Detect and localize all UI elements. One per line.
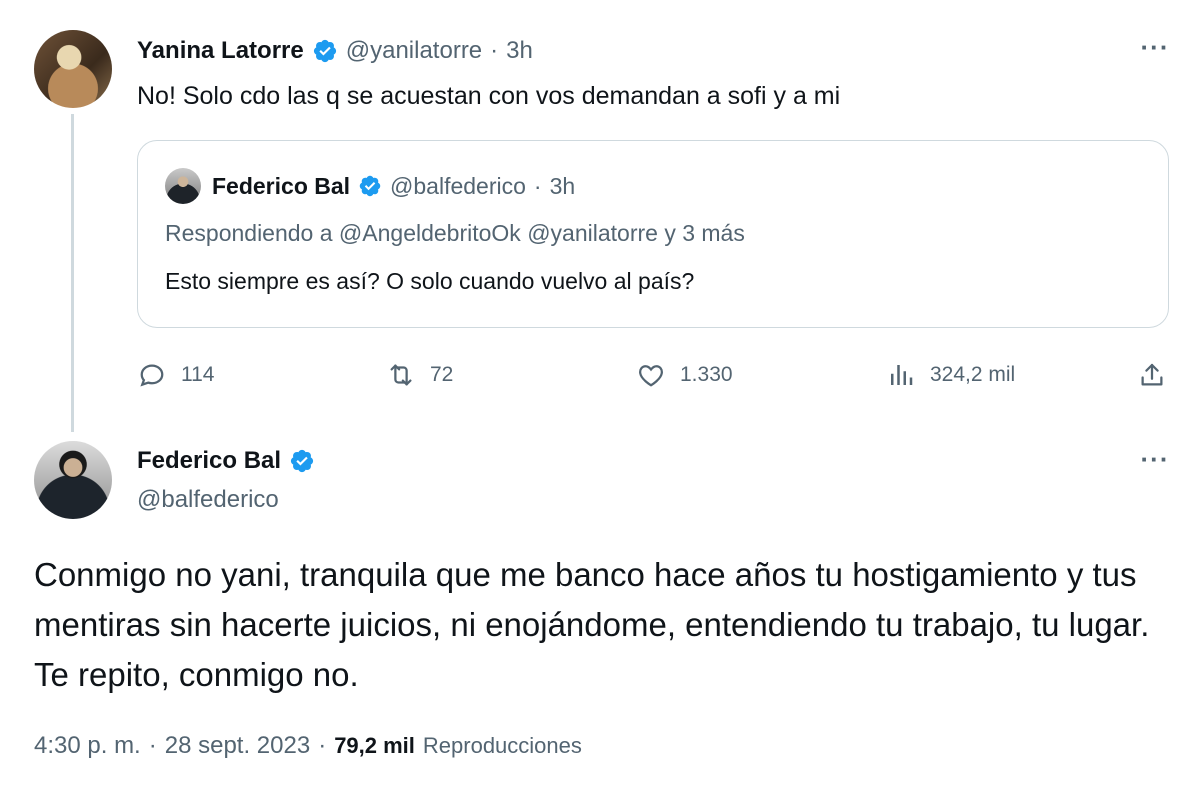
- verified-badge-icon: [313, 39, 336, 63]
- separator-dot: ·: [533, 172, 542, 199]
- reply-tweet-header: Yanina Latorre @yanilatorre · 3h: [137, 34, 533, 68]
- separator-dot: ·: [148, 732, 157, 759]
- author-name[interactable]: Federico Bal: [137, 447, 281, 475]
- like-count: 1.330: [680, 363, 733, 386]
- tweet-time[interactable]: 3h: [506, 37, 533, 65]
- views-label: Reproducciones: [422, 733, 582, 758]
- author-name[interactable]: Yanina Latorre: [137, 37, 304, 65]
- quoted-author-name: Federico Bal: [212, 172, 351, 199]
- reply-action[interactable]: 114: [137, 360, 214, 390]
- share-icon: [1141, 363, 1163, 386]
- separator-dot: ·: [318, 732, 327, 759]
- views-action[interactable]: 324,2 mil: [886, 360, 1015, 390]
- quoted-tweet-time: 3h: [549, 172, 576, 199]
- avatar-federico-small: [165, 168, 201, 204]
- author-handle[interactable]: @yanilatorre: [346, 37, 482, 65]
- replying-to: Respondiendo a @AngeldebritoOk @yanilato…: [165, 220, 745, 247]
- avatar-yanina[interactable]: [34, 30, 112, 108]
- verified-badge-icon: [359, 175, 381, 197]
- tweet-text: No! Solo cdo las q se acuestan con vos d…: [137, 82, 841, 110]
- main-tweet-header: Federico Bal: [137, 444, 315, 478]
- separator-dot: ·: [490, 37, 499, 64]
- like-action[interactable]: 1.330: [636, 360, 733, 390]
- more-icon[interactable]: ···: [1135, 34, 1175, 64]
- more-icon[interactable]: ···: [1135, 446, 1175, 476]
- quoted-tweet-text: Esto siempre es así? O solo cuando vuelv…: [165, 268, 695, 294]
- tweet-date[interactable]: 28 sept. 2023: [165, 732, 310, 760]
- retweet-count: 72: [430, 363, 454, 386]
- quoted-author-handle: @balfederico: [390, 172, 526, 199]
- views-count: 324,2 mil: [930, 363, 1016, 386]
- views-total: 79,2 mil: [334, 733, 415, 758]
- reply-count: 114: [181, 363, 215, 386]
- views-chart-icon: [891, 365, 913, 385]
- tweet-time[interactable]: 4:30 p. m.: [34, 732, 141, 760]
- reply-icon: [140, 364, 164, 387]
- thread-line: [71, 114, 74, 432]
- retweet-icon: [390, 364, 412, 386]
- avatar-federico[interactable]: [34, 441, 112, 519]
- main-tweet-text: Conmigo no yani, tranquila que me banco …: [34, 556, 1150, 693]
- share-action[interactable]: [1137, 360, 1167, 390]
- verified-badge-icon: [290, 449, 314, 473]
- replying-handles: @AngeldebritoOk @yanilatorre y 3 más: [338, 220, 745, 246]
- heart-icon: [639, 365, 663, 387]
- retweet-action[interactable]: 72: [386, 360, 453, 390]
- replying-prefix: Respondiendo a: [165, 220, 333, 246]
- tweet-meta: 4:30 p. m. · 28 sept. 2023 · 79,2 mil Re…: [34, 732, 582, 760]
- quoted-tweet-header: Federico Bal @balfederico · 3h: [212, 170, 575, 202]
- author-handle[interactable]: @balfederico: [137, 486, 279, 514]
